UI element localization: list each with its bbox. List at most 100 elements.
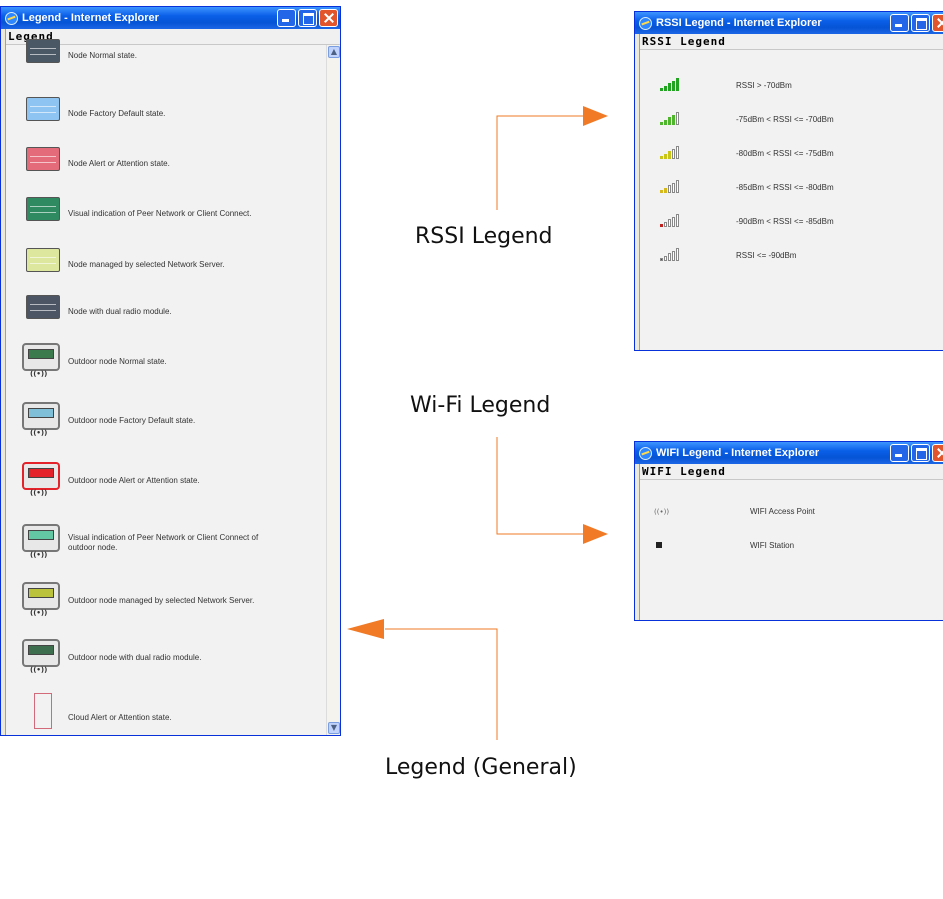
signal-bar	[668, 117, 671, 125]
node-peer-network-icon	[26, 197, 60, 221]
wifi-heading: WIFI Legend	[640, 464, 943, 480]
maximize-button[interactable]	[911, 14, 930, 32]
wifi-window-titlebar[interactable]: WIFI Legend - Internet Explorer	[635, 442, 943, 464]
rssi-item-label: RSSI <= -90dBm	[736, 251, 797, 260]
internet-explorer-icon	[5, 11, 18, 25]
legend-item-label: Outdoor node with dual radio module.	[68, 653, 202, 662]
wifi-content: WIFI Legend ((•)) WIFI Access Point WIFI S…	[639, 464, 943, 620]
node-alert-icon	[26, 147, 60, 171]
signal-bar	[676, 214, 679, 227]
scroll-down-icon[interactable]: ▼	[328, 722, 340, 734]
legend-item-label: Outdoor node managed by selected Network…	[68, 596, 255, 605]
outdoor-node-screen	[28, 588, 54, 598]
signal-strength-icon	[660, 77, 679, 91]
legend-window-title: Legend - Internet Explorer	[22, 12, 159, 24]
antenna-icon: ((•))	[30, 666, 48, 674]
signal-bar	[668, 151, 671, 159]
legend-item-label: Outdoor node Normal state.	[68, 357, 167, 366]
signal-bar	[664, 153, 667, 159]
signal-bar	[672, 216, 675, 227]
outdoor-node-screen	[28, 468, 54, 478]
outdoor-node-dual-radio-icon: ((•))	[22, 639, 60, 674]
legend-item-label: Cloud Alert or Attention state.	[68, 713, 172, 722]
legend-window-titlebar[interactable]: Legend - Internet Explorer	[1, 7, 340, 29]
antenna-icon: ((•))	[30, 429, 48, 437]
general-arrow-line	[385, 628, 498, 740]
rssi-caption: RSSI Legend	[415, 224, 553, 249]
signal-strength-icon	[660, 145, 679, 159]
close-button[interactable]	[932, 444, 943, 462]
signal-strength-icon	[660, 247, 679, 261]
signal-bar	[660, 122, 663, 125]
signal-bar	[672, 148, 675, 159]
rssi-content: RSSI Legend RSSI > -70dBm -75dBm < RSSI <…	[639, 34, 943, 350]
legend-item-label: Node with dual radio module.	[68, 307, 172, 316]
antenna-icon: ((•))	[30, 370, 48, 378]
antenna-icon: ((•))	[30, 609, 48, 617]
outdoor-node-normal-icon: ((•))	[22, 343, 60, 378]
minimize-button[interactable]	[890, 14, 909, 32]
signal-bar	[676, 146, 679, 159]
legend-item-label: Node Alert or Attention state.	[68, 159, 170, 168]
signal-bar	[664, 187, 667, 193]
signal-bar	[660, 156, 663, 159]
wifi-item-label: WIFI Station	[750, 541, 795, 550]
signal-strength-icon	[660, 111, 679, 125]
signal-bar	[676, 78, 679, 91]
internet-explorer-icon	[639, 446, 652, 460]
vertical-scrollbar[interactable]: ▲ ▼	[326, 45, 340, 735]
general-arrowhead-icon	[347, 619, 384, 639]
rssi-item-label: RSSI > -70dBm	[736, 81, 792, 90]
rssi-list: RSSI > -70dBm -75dBm < RSSI <= -70dBm -80d…	[640, 50, 943, 350]
legend-item-label: Node Factory Default state.	[68, 109, 166, 118]
wifi-caption: Wi-Fi Legend	[410, 393, 551, 418]
wifi-access-point-icon: ((•))	[654, 508, 670, 516]
signal-bar	[668, 83, 671, 91]
signal-bar	[664, 221, 667, 227]
legend-item-label: Node managed by selected Network Server.	[68, 260, 225, 269]
rssi-arrowhead-icon	[583, 106, 608, 126]
signal-bar	[676, 112, 679, 125]
close-button[interactable]	[932, 14, 943, 32]
signal-bar	[664, 85, 667, 91]
rssi-arrow-line	[496, 115, 585, 210]
legend-item-label: Visual indication of Peer Network or Cli…	[68, 209, 252, 218]
signal-bar	[668, 253, 671, 261]
maximize-button[interactable]	[911, 444, 930, 462]
rssi-item-label: -75dBm < RSSI <= -70dBm	[736, 115, 834, 124]
outdoor-node-screen	[28, 530, 54, 540]
outdoor-node-screen	[28, 408, 54, 418]
rssi-item-label: -80dBm < RSSI <= -75dBm	[736, 149, 834, 158]
signal-bar	[672, 114, 675, 125]
rssi-window-titlebar[interactable]: RSSI Legend - Internet Explorer	[635, 12, 943, 34]
wifi-arrowhead-icon	[583, 524, 608, 544]
node-dual-radio-icon	[26, 295, 60, 319]
rssi-heading: RSSI Legend	[640, 34, 943, 50]
maximize-button[interactable]	[298, 9, 317, 27]
outdoor-node-alert-icon: ((•))	[22, 462, 60, 497]
signal-bar	[664, 255, 667, 261]
outdoor-node-screen	[28, 349, 54, 359]
signal-bar	[660, 88, 663, 91]
signal-bar	[660, 258, 663, 261]
signal-bar	[668, 185, 671, 193]
wifi-item-label: WIFI Access Point	[750, 507, 815, 516]
minimize-button[interactable]	[890, 444, 909, 462]
antenna-icon: ((•))	[30, 489, 48, 497]
legend-item-label: Node Normal state.	[68, 51, 137, 60]
legend-item-label: Outdoor node Alert or Attention state.	[68, 476, 200, 485]
signal-strength-icon	[660, 213, 679, 227]
minimize-button[interactable]	[277, 9, 296, 27]
scroll-up-icon[interactable]: ▲	[328, 46, 340, 58]
general-caption: Legend (General)	[385, 755, 577, 780]
legend-item-label: Outdoor node Factory Default state.	[68, 416, 196, 425]
close-button[interactable]	[319, 9, 338, 27]
signal-bar	[664, 119, 667, 125]
legend-item-label: Visual indication of Peer Network or Cli…	[68, 533, 259, 552]
rssi-window-title: RSSI Legend - Internet Explorer	[656, 17, 822, 29]
antenna-icon: ((•))	[30, 551, 48, 559]
signal-bar	[676, 248, 679, 261]
cloud-alert-icon	[34, 693, 52, 729]
wifi-window-title: WIFI Legend - Internet Explorer	[656, 447, 820, 459]
rssi-item-label: -90dBm < RSSI <= -85dBm	[736, 217, 834, 226]
